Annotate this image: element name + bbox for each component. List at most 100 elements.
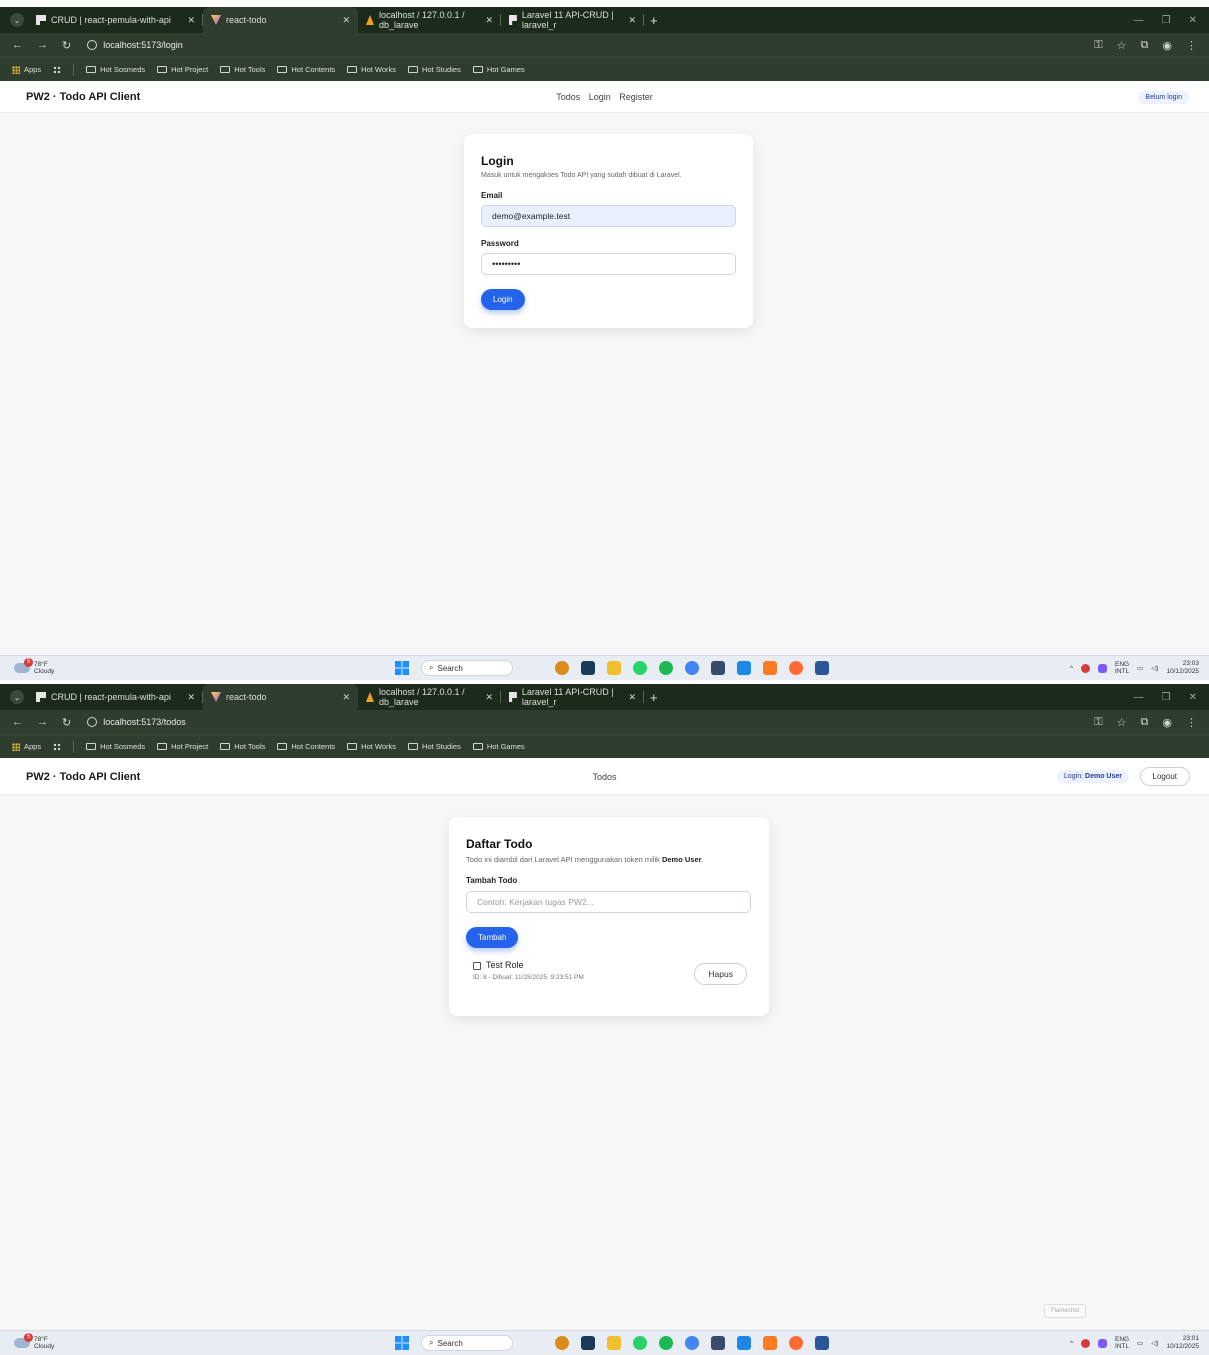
extensions-icon[interactable]: ⧉ xyxy=(1141,39,1149,52)
close-icon[interactable]: ✕ xyxy=(485,15,493,26)
browser-tab-active[interactable]: react-todo ✕ xyxy=(203,684,358,710)
profile-icon[interactable]: ◉ xyxy=(1162,39,1172,52)
back-icon[interactable]: ← xyxy=(12,716,23,729)
restore-icon[interactable]: ❐ xyxy=(1162,15,1171,26)
system-clock[interactable]: 23:03 10/12/2025 xyxy=(1166,660,1199,676)
volume-icon[interactable]: ◁) xyxy=(1151,1339,1158,1347)
close-icon[interactable]: ✕ xyxy=(342,15,350,26)
taskbar-search[interactable]: ⌕ Search xyxy=(421,1335,513,1351)
new-tab-icon[interactable]: + xyxy=(650,13,658,28)
tray-app-icon[interactable] xyxy=(1081,1338,1091,1348)
task-view-icon[interactable] xyxy=(581,661,595,675)
spotify-icon[interactable] xyxy=(659,1336,673,1350)
close-icon[interactable]: ✕ xyxy=(485,692,493,703)
network-icon[interactable]: ▭ xyxy=(1137,1339,1143,1347)
word-icon[interactable] xyxy=(815,1336,829,1350)
xampp-icon[interactable] xyxy=(763,661,777,675)
close-icon[interactable]: ✕ xyxy=(187,15,195,26)
chrome-icon[interactable] xyxy=(685,1336,699,1350)
url-field[interactable]: localhost:5173/todos xyxy=(87,717,186,727)
bookmark-folder[interactable]: Hot Project xyxy=(157,742,208,751)
language-indicator[interactable]: ENG INTL xyxy=(1115,1336,1129,1350)
windows-start-icon[interactable] xyxy=(395,661,409,675)
more-menu-icon[interactable]: ⋮ xyxy=(1186,39,1197,52)
copilot-icon[interactable] xyxy=(555,661,569,675)
word-icon[interactable] xyxy=(815,661,829,675)
taskbar-search[interactable]: ⌕ Search xyxy=(421,660,513,676)
bookmark-apps[interactable]: Apps xyxy=(12,742,41,751)
bookmark-folder[interactable]: Hot Tools xyxy=(220,742,265,751)
tab-search-icon[interactable]: ⌄ xyxy=(10,13,24,27)
delete-todo-button[interactable]: Hapus xyxy=(694,963,747,985)
terminal-icon[interactable] xyxy=(711,1336,725,1350)
extensions-icon[interactable]: ⧉ xyxy=(1141,716,1149,729)
logout-button[interactable]: Logout xyxy=(1139,767,1190,786)
site-info-icon[interactable] xyxy=(87,40,98,50)
forward-icon[interactable]: → xyxy=(37,716,48,729)
browser-tab[interactable]: Laravel 11 API-CRUD | laravel_r ✕ xyxy=(501,7,644,33)
nav-todos[interactable]: Todos xyxy=(556,92,580,102)
tray-app-icon[interactable] xyxy=(1098,663,1108,673)
nav-todos[interactable]: Todos xyxy=(592,772,616,782)
spotify-icon[interactable] xyxy=(659,661,673,675)
bookmark-folder[interactable]: Hot Games xyxy=(472,65,525,74)
file-explorer-icon[interactable] xyxy=(607,661,621,675)
url-field[interactable]: localhost:5173/login xyxy=(87,40,183,50)
star-icon[interactable]: ☆ xyxy=(1117,39,1127,52)
windows-start-icon[interactable] xyxy=(395,1336,409,1350)
file-explorer-icon[interactable] xyxy=(607,1336,621,1350)
todo-checkbox[interactable] xyxy=(473,961,481,970)
reload-icon[interactable]: ↻ xyxy=(62,39,71,52)
key-icon[interactable]: ⚿ xyxy=(1094,39,1102,52)
chevron-up-icon[interactable]: ^ xyxy=(1070,665,1073,672)
vscode-icon[interactable] xyxy=(737,1336,751,1350)
weather-widget[interactable]: 5 78°F Cloudy xyxy=(14,658,54,675)
tab-groups-icon[interactable] xyxy=(53,65,62,74)
close-window-icon[interactable]: ✕ xyxy=(1189,692,1197,703)
chrome-icon[interactable] xyxy=(685,661,699,675)
bookmark-folder[interactable]: Hot Games xyxy=(472,742,525,751)
xampp-icon[interactable] xyxy=(763,1336,777,1350)
close-icon[interactable]: ✕ xyxy=(342,692,350,703)
browser-tab[interactable]: localhost / 127.0.0.1 / db_larave ✕ xyxy=(358,7,501,33)
bookmark-folder[interactable]: Hot Project xyxy=(157,65,208,74)
volume-icon[interactable]: ◁) xyxy=(1151,664,1158,672)
tab-search-icon[interactable]: ⌄ xyxy=(10,690,24,704)
postman-icon[interactable] xyxy=(789,1336,803,1350)
task-view-icon[interactable] xyxy=(581,1336,595,1350)
bookmark-folder[interactable]: Hot Studies xyxy=(408,65,461,74)
browser-tab[interactable]: Laravel 11 API-CRUD | laravel_r ✕ xyxy=(501,684,644,710)
nav-login[interactable]: Login xyxy=(589,92,611,102)
bookmark-folder[interactable]: Hot Works xyxy=(347,742,396,751)
network-icon[interactable]: ▭ xyxy=(1137,664,1143,672)
forward-icon[interactable]: → xyxy=(37,39,48,52)
bookmark-folder[interactable]: Hot Sosmeds xyxy=(86,742,145,751)
tray-app-icon[interactable] xyxy=(1098,1338,1108,1348)
browser-tab-active[interactable]: react-todo ✕ xyxy=(203,7,358,33)
language-indicator[interactable]: ENG INTL xyxy=(1115,661,1129,675)
todo-input[interactable]: Contoh: Kerjakan tugas PW2... xyxy=(466,891,751,913)
profile-icon[interactable]: ◉ xyxy=(1162,716,1172,729)
email-field[interactable]: demo@example.test xyxy=(481,205,736,227)
whatsapp-icon[interactable] xyxy=(633,661,647,675)
whatsapp-icon[interactable] xyxy=(633,1336,647,1350)
terminal-icon[interactable] xyxy=(711,661,725,675)
browser-tab[interactable]: CRUD | react-pemula-with-api ✕ xyxy=(28,7,203,33)
close-window-icon[interactable]: ✕ xyxy=(1189,15,1197,26)
close-icon[interactable]: ✕ xyxy=(628,692,636,703)
minimize-icon[interactable]: — xyxy=(1134,15,1144,26)
vscode-icon[interactable] xyxy=(737,661,751,675)
bookmark-folder[interactable]: Hot Works xyxy=(347,65,396,74)
reload-icon[interactable]: ↻ xyxy=(62,716,71,729)
browser-tab[interactable]: localhost / 127.0.0.1 / db_larave ✕ xyxy=(358,684,501,710)
bookmark-folder[interactable]: Hot Studies xyxy=(408,742,461,751)
tab-groups-icon[interactable] xyxy=(53,742,62,751)
postman-icon[interactable] xyxy=(789,661,803,675)
copilot-icon[interactable] xyxy=(555,1336,569,1350)
bookmark-folder[interactable]: Hot Sosmeds xyxy=(86,65,145,74)
tray-app-icon[interactable] xyxy=(1081,663,1091,673)
login-button[interactable]: Login xyxy=(481,289,525,310)
add-todo-button[interactable]: Tambah xyxy=(466,927,519,948)
weather-widget[interactable]: 5 78°F Cloudy xyxy=(14,1333,54,1350)
nav-register[interactable]: Register xyxy=(619,92,653,102)
